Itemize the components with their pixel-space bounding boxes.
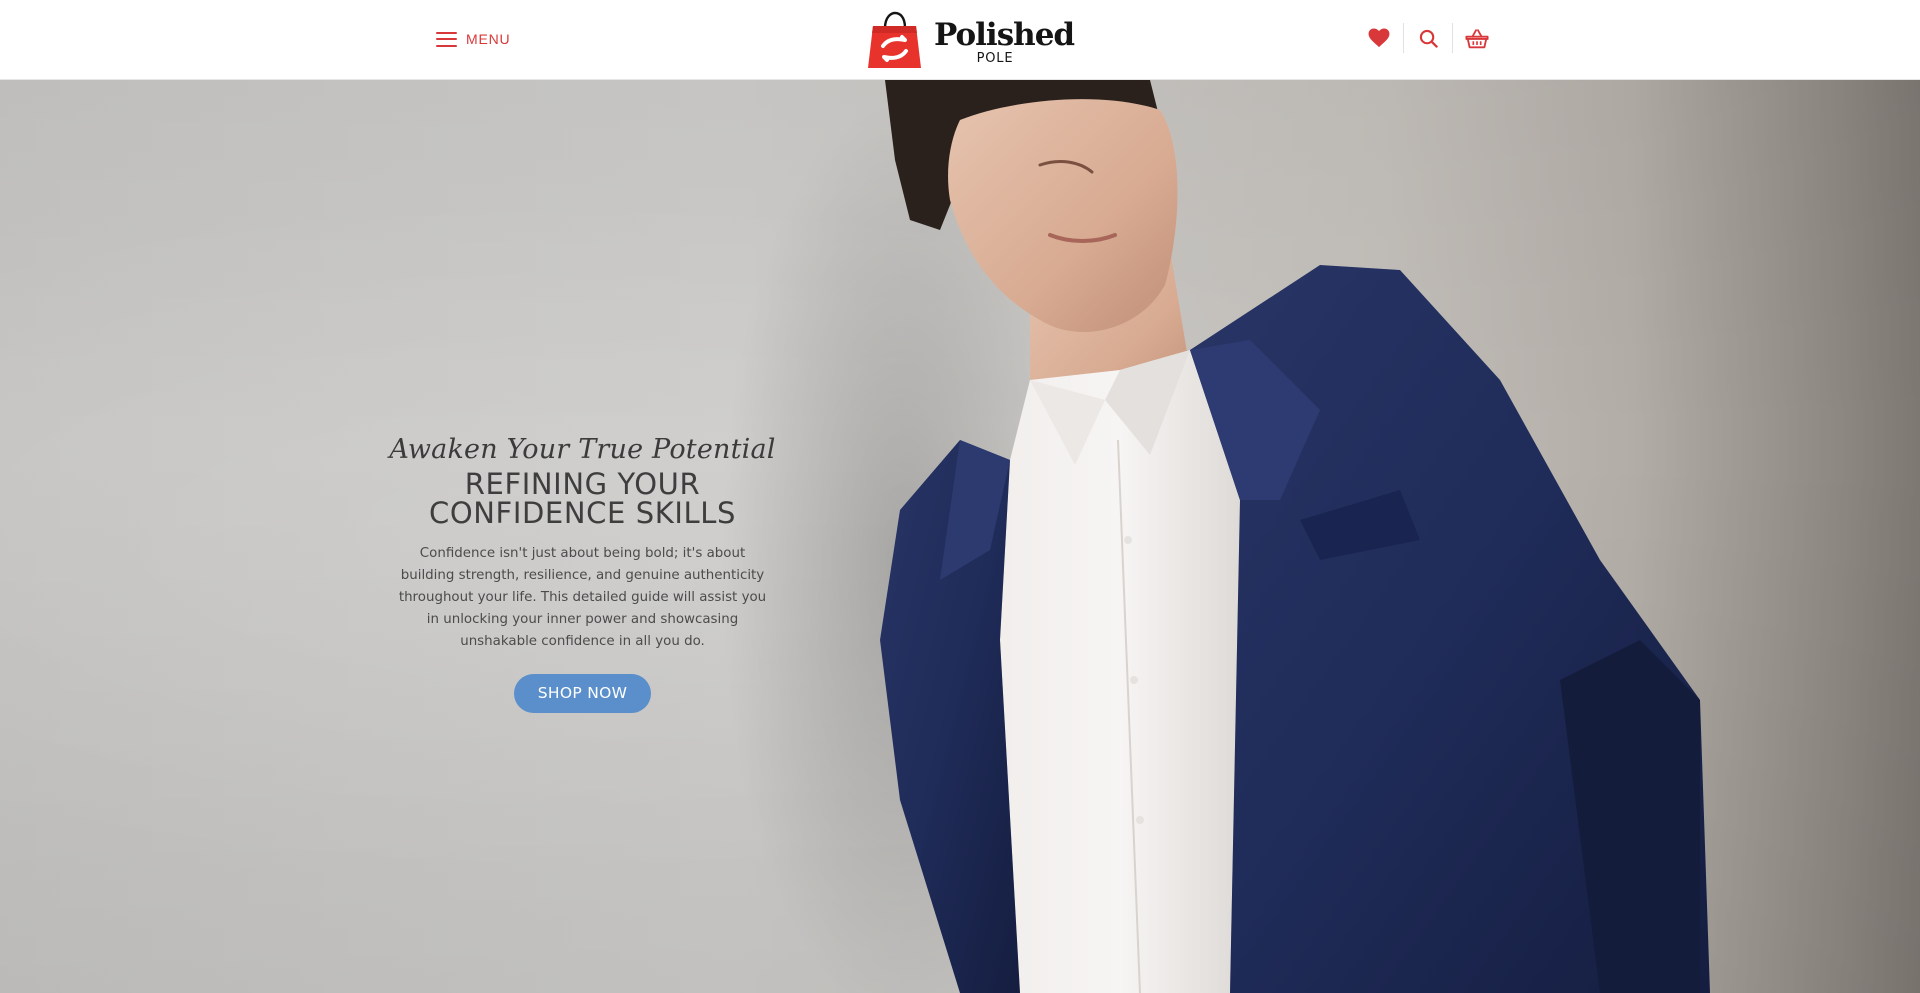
hero-banner: Awaken Your True Potential REFINING YOUR… xyxy=(0,80,1920,993)
menu-label: MENU xyxy=(466,31,511,47)
search-button[interactable] xyxy=(1409,20,1447,56)
hero-man-in-suit-image xyxy=(720,80,1710,993)
hero-title-line2: CONFIDENCE SKILLS xyxy=(428,496,737,530)
hero-title: REFINING YOUR CONFIDENCE SKILLS xyxy=(382,470,783,528)
hero-content: Awaken Your True Potential REFINING YOUR… xyxy=(382,432,783,713)
logo-subtitle: POLE xyxy=(976,51,1014,66)
shopping-bag-logo-icon xyxy=(864,11,924,69)
hero-description: Confidence isn't just about being bold; … xyxy=(398,546,767,649)
header-actions xyxy=(1360,20,1496,56)
site-header: MENU Polished POLE xyxy=(0,0,1920,80)
divider xyxy=(1452,23,1453,53)
wishlist-button[interactable] xyxy=(1360,20,1398,56)
site-logo[interactable]: Polished POLE xyxy=(864,11,1075,69)
basket-icon xyxy=(1465,28,1489,48)
logo-title: Polished xyxy=(934,17,1075,53)
search-icon xyxy=(1419,29,1438,48)
hero-tagline: Awaken Your True Potential xyxy=(389,434,776,465)
shop-now-button[interactable]: SHOP NOW xyxy=(514,674,651,713)
menu-button[interactable]: MENU xyxy=(436,26,510,52)
divider xyxy=(1403,23,1404,53)
hamburger-icon xyxy=(436,31,457,47)
cart-button[interactable] xyxy=(1458,20,1496,56)
heart-icon xyxy=(1368,28,1390,48)
